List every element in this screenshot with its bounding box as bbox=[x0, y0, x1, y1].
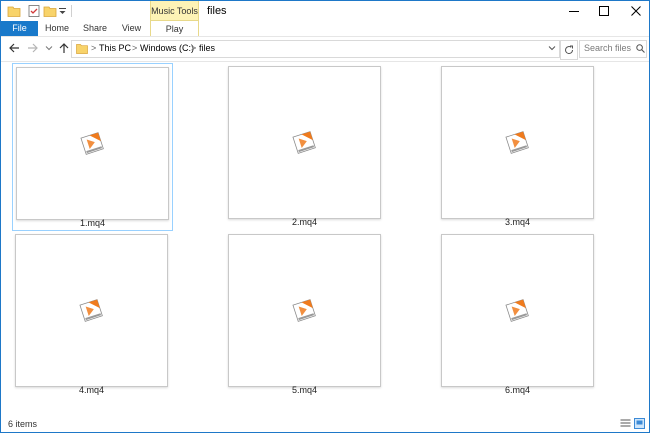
recent-locations-button[interactable] bbox=[42, 41, 56, 55]
tab-home[interactable]: Home bbox=[38, 21, 76, 36]
refresh-button[interactable] bbox=[560, 40, 578, 60]
new-folder-icon[interactable] bbox=[43, 4, 57, 18]
file-tile[interactable]: 6.mq4 bbox=[438, 231, 597, 397]
file-thumbnail bbox=[15, 234, 168, 387]
media-file-icon bbox=[292, 131, 316, 154]
media-file-icon bbox=[79, 299, 103, 322]
file-name: 2.mq4 bbox=[291, 217, 317, 227]
file-thumbnail bbox=[441, 234, 594, 387]
breadcrumb-separator[interactable]: > bbox=[132, 43, 137, 53]
media-file-icon bbox=[505, 299, 529, 322]
customize-toolbar-icon[interactable] bbox=[58, 4, 67, 18]
details-view-button[interactable] bbox=[620, 418, 631, 429]
context-group-label: Music Tools bbox=[151, 6, 198, 16]
item-count: 6 items bbox=[8, 419, 38, 429]
file-name: 5.mq4 bbox=[291, 385, 317, 395]
properties-icon[interactable] bbox=[27, 4, 41, 18]
explorer-window: files File Home Share View Music Tools P… bbox=[0, 0, 650, 433]
close-icon bbox=[631, 6, 641, 16]
file-tile[interactable]: 2.mq4 bbox=[225, 63, 384, 229]
file-tile[interactable]: 4.mq4 bbox=[12, 231, 171, 397]
context-tab-group: Music Tools Play bbox=[150, 1, 199, 37]
close-button[interactable] bbox=[613, 1, 650, 21]
file-name: 6.mq4 bbox=[504, 385, 530, 395]
search-icon[interactable] bbox=[636, 44, 645, 53]
chevron-down-icon bbox=[548, 46, 556, 51]
arrow-left-icon bbox=[9, 43, 19, 53]
file-thumbnail bbox=[228, 234, 381, 387]
toolbar-divider bbox=[71, 5, 72, 17]
breadcrumb-files[interactable]: files bbox=[199, 43, 215, 53]
address-bar[interactable]: > This PC > Windows (C:) > files bbox=[71, 40, 560, 58]
file-thumbnail bbox=[441, 66, 594, 219]
file-tile[interactable]: 1.mq4 bbox=[12, 63, 173, 231]
file-name: 1.mq4 bbox=[79, 218, 105, 228]
tab-share[interactable]: Share bbox=[76, 21, 114, 36]
search-placeholder: Search files bbox=[584, 43, 632, 53]
title-bar: files bbox=[1, 1, 649, 21]
breadcrumb-separator[interactable]: > bbox=[191, 43, 196, 53]
chevron-down-icon bbox=[45, 46, 53, 51]
tab-file[interactable]: File bbox=[1, 21, 38, 36]
media-file-icon bbox=[292, 299, 316, 322]
media-file-icon bbox=[80, 132, 104, 155]
navigation-bar: > This PC > Windows (C:) > files Search … bbox=[1, 36, 649, 62]
file-tile[interactable]: 5.mq4 bbox=[225, 231, 384, 397]
file-name: 3.mq4 bbox=[504, 217, 530, 227]
status-bar: 6 items bbox=[1, 416, 649, 432]
ribbon-tabs: File Home Share View bbox=[1, 21, 649, 36]
file-tile[interactable]: 3.mq4 bbox=[438, 63, 597, 229]
search-box[interactable]: Search files bbox=[579, 40, 647, 58]
breadcrumb-this-pc[interactable]: This PC bbox=[99, 43, 131, 53]
file-thumbnail bbox=[228, 66, 381, 219]
minimize-icon bbox=[569, 11, 579, 12]
arrow-right-icon bbox=[28, 43, 38, 53]
folder-icon[interactable] bbox=[7, 4, 21, 18]
large-icons-view-icon bbox=[634, 418, 645, 429]
breadcrumb-separator[interactable]: > bbox=[91, 43, 96, 53]
file-name: 4.mq4 bbox=[78, 385, 104, 395]
folder-icon bbox=[76, 43, 88, 54]
maximize-icon bbox=[599, 6, 609, 16]
file-thumbnail bbox=[16, 67, 169, 220]
window-title: files bbox=[207, 5, 227, 17]
tab-play[interactable]: Play bbox=[151, 20, 198, 37]
forward-button[interactable] bbox=[26, 41, 40, 55]
details-view-icon bbox=[620, 419, 631, 427]
address-dropdown-button[interactable] bbox=[547, 44, 557, 54]
back-button[interactable] bbox=[7, 41, 21, 55]
media-file-icon bbox=[505, 131, 529, 154]
arrow-up-icon bbox=[59, 43, 69, 53]
refresh-icon bbox=[565, 45, 574, 55]
tab-view[interactable]: View bbox=[114, 21, 149, 36]
large-icons-view-button[interactable] bbox=[634, 418, 645, 429]
up-button[interactable] bbox=[57, 41, 71, 55]
breadcrumb-windows-c[interactable]: Windows (C:) bbox=[140, 43, 194, 53]
